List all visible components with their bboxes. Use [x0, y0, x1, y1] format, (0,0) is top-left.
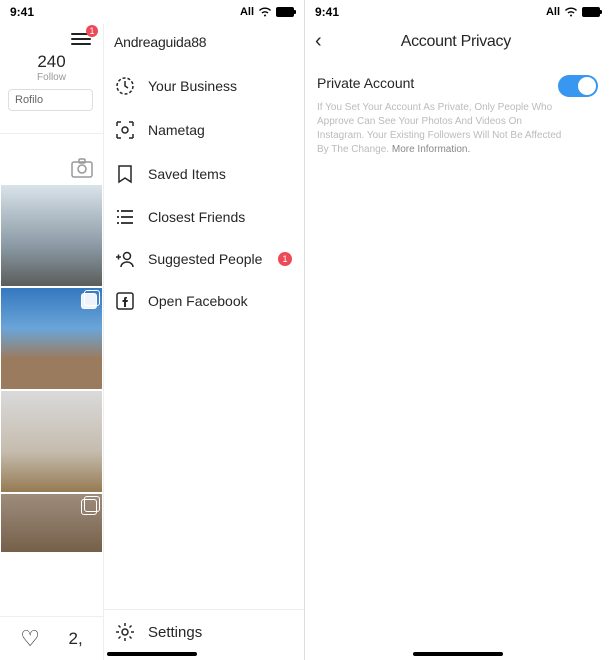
follower-count: 240 [4, 52, 99, 72]
profile-filter-input[interactable] [8, 89, 93, 111]
carrier-label: All [546, 6, 560, 18]
photo-grid [0, 184, 103, 553]
follower-label: Follow [4, 72, 99, 83]
profile-screen-partial: 1 240 Follow ♡ 2, [0, 24, 103, 660]
drawer-item-label: Suggested People [148, 251, 262, 267]
gear-icon [114, 622, 136, 642]
status-right: All [546, 6, 600, 18]
activity-icon[interactable]: ♡ [20, 626, 40, 652]
photo-thumbnail[interactable] [0, 390, 103, 493]
drawer-item-open-facebook[interactable]: Open Facebook [104, 280, 304, 322]
drawer-item-label: Open Facebook [148, 293, 248, 309]
suggested-badge: 1 [278, 252, 292, 266]
home-indicator[interactable] [107, 652, 197, 656]
settings-label: Settings [148, 624, 202, 641]
multi-photo-icon [81, 499, 97, 515]
clock-icon [114, 76, 136, 96]
photo-thumbnail[interactable] [0, 184, 103, 287]
side-drawer: Andreaguida88 Your Business Nametag [103, 24, 304, 660]
list-icon [114, 208, 136, 226]
facebook-icon [114, 292, 136, 310]
more-information-link[interactable]: More Information. [392, 144, 470, 155]
drawer-item-label: Your Business [148, 78, 237, 94]
tagged-tab-icon[interactable] [71, 158, 93, 178]
drawer-item-nametag[interactable]: Nametag [104, 108, 304, 152]
status-bar: 9:41 All [305, 0, 610, 24]
home-indicator[interactable] [413, 652, 503, 656]
photo-thumbnail[interactable] [0, 493, 103, 553]
battery-icon [276, 7, 294, 17]
bookmark-icon [114, 164, 136, 184]
privacy-header: ‹ Account Privacy [305, 24, 610, 65]
carrier-label: All [240, 6, 254, 18]
drawer-item-label: Closest Friends [148, 209, 245, 225]
status-time: 9:41 [315, 5, 339, 19]
menu-badge: 1 [86, 25, 98, 37]
drawer-item-close-friends[interactable]: Closest Friends [104, 196, 304, 238]
drawer-list: Your Business Nametag Saved Items [104, 64, 304, 609]
drawer-item-label: Nametag [148, 122, 205, 138]
photo-thumbnail[interactable] [0, 287, 103, 390]
status-time: 9:41 [10, 5, 34, 19]
page-title: Account Privacy [312, 33, 600, 51]
drawer-item-label: Saved Items [148, 166, 226, 182]
menu-button[interactable]: 1 [71, 30, 93, 46]
drawer-item-your-business[interactable]: Your Business [104, 64, 304, 108]
add-person-icon [114, 250, 136, 268]
phone-account-privacy: 9:41 All ‹ Account Privacy Private Accou… [305, 0, 610, 660]
wifi-icon [564, 7, 578, 17]
status-bar: 9:41 All [0, 0, 304, 24]
private-account-toggle[interactable] [558, 75, 598, 97]
phone-profile-drawer: 9:41 All 1 240 Follow [0, 0, 305, 660]
bottom-nav-partial: ♡ 2, [0, 616, 103, 660]
status-right: All [240, 6, 294, 18]
wifi-icon [258, 7, 272, 17]
drawer-item-suggested-people[interactable]: Suggested People 1 [104, 238, 304, 280]
private-account-description: If You Set Your Account As Private, Only… [305, 99, 575, 159]
bottom-count: 2, [69, 629, 83, 649]
private-account-label: Private Account [317, 75, 414, 91]
multi-photo-icon [81, 293, 97, 309]
battery-icon [582, 7, 600, 17]
follower-stat[interactable]: 240 Follow [4, 52, 99, 83]
drawer-item-saved[interactable]: Saved Items [104, 152, 304, 196]
private-account-row: Private Account [305, 65, 610, 99]
drawer-username[interactable]: Andreaguida88 [104, 24, 304, 64]
nametag-icon [114, 120, 136, 140]
